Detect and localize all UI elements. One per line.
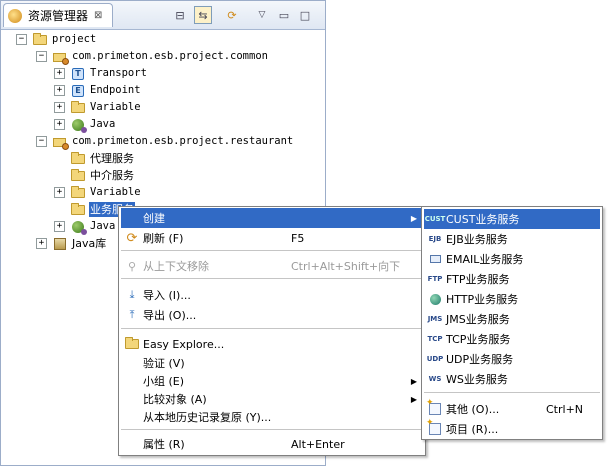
submenu-arrow-icon: ▶ — [410, 394, 417, 404]
tree-node-java[interactable]: + Java — [54, 116, 116, 133]
folder-icon — [70, 100, 86, 116]
expand-toggle-icon[interactable]: + — [54, 187, 65, 198]
tree-node-common-package[interactable]: − com.primeton.esb.project.common — [36, 48, 269, 65]
submenu-item-jms[interactable]: JMS JMS业务服务 — [424, 309, 600, 329]
java-package-icon — [70, 117, 87, 133]
import-icon: ⤓ — [129, 288, 135, 301]
folder-icon — [124, 336, 140, 352]
menu-separator — [424, 392, 600, 393]
close-icon[interactable]: ⊠ — [94, 10, 102, 21]
submenu-item-email[interactable]: EMAIL业务服务 — [424, 249, 600, 269]
view-tabbar: 资源管理器 ⊠ ⊟ ⇆ ⟳ ▽ ▭ □ — [1, 1, 325, 30]
java-package-icon — [70, 219, 87, 235]
view-menu-icon[interactable]: ▽ — [253, 6, 271, 24]
create-submenu: CUST CUST业务服务 EJB EJB业务服务 EMAIL业务服务 FTP … — [421, 206, 603, 440]
new-project-icon — [426, 418, 443, 437]
mediation-service-folder-icon — [70, 168, 86, 184]
email-service-icon — [427, 251, 443, 267]
menu-item-refresh[interactable]: ⟳ 刷新 (F) F5 — [121, 228, 423, 248]
business-service-folder-icon — [70, 202, 86, 218]
submenu-item-project[interactable]: 项目 (R)... — [424, 418, 600, 439]
submenu-arrow-icon: ▶ — [410, 376, 417, 386]
expand-toggle-icon[interactable]: + — [54, 102, 65, 113]
submenu-item-udp[interactable]: UDP UDP业务服务 — [424, 349, 600, 369]
ejb-service-icon: EJB — [428, 235, 442, 243]
menu-item-restore-local-history[interactable]: 从本地历史记录复原 (Y)... — [121, 407, 423, 427]
export-icon: ⤒ — [129, 308, 135, 321]
expand-toggle-icon[interactable]: + — [36, 238, 47, 249]
tree-node-mediation-service[interactable]: 中介服务 — [70, 167, 135, 184]
folder-icon — [70, 185, 86, 201]
new-wizard-icon — [426, 398, 443, 417]
jms-service-icon: JMS — [427, 315, 443, 323]
collapse-toggle-icon[interactable]: − — [36, 136, 47, 147]
http-globe-icon — [427, 291, 443, 307]
submenu-item-http[interactable]: HTTP业务服务 — [424, 289, 600, 309]
submenu-arrow-icon: ▶ — [410, 213, 417, 223]
submenu-item-other[interactable]: 其他 (O)... Ctrl+N — [424, 398, 600, 419]
collapse-all-icon[interactable]: ⊟ — [171, 6, 189, 24]
view-title: 资源管理器 — [28, 9, 89, 23]
explorer-icon — [8, 8, 22, 23]
menu-separator — [121, 250, 423, 251]
submenu-item-tcp[interactable]: TCP TCP业务服务 — [424, 329, 600, 349]
refresh-icon: ⟳ — [126, 230, 138, 246]
ws-service-icon: WS — [428, 375, 442, 383]
proxy-service-folder-icon — [70, 151, 86, 167]
menu-item-team[interactable]: 小组 (E) ▶ — [121, 371, 423, 391]
submenu-item-ejb[interactable]: EJB EJB业务服务 — [424, 229, 600, 249]
tree-node-transport[interactable]: + T Transport — [54, 65, 148, 82]
expand-toggle-icon[interactable]: + — [54, 85, 65, 96]
transport-folder-icon: T — [70, 66, 86, 82]
menu-item-create[interactable]: 创建 ▶ — [121, 208, 423, 228]
menu-item-compare-with[interactable]: 比较对象 (A) ▶ — [121, 389, 423, 409]
endpoint-folder-icon: E — [70, 83, 86, 99]
menu-item-validate[interactable]: 验证 (V) — [121, 353, 423, 373]
cust-service-icon: CUST — [424, 215, 446, 223]
tree-node-java[interactable]: + Java — [54, 218, 116, 235]
menu-item-remove-from-context: ⚲ 从上下文移除 Ctrl+Alt+Shift+向下 — [121, 256, 423, 276]
submenu-item-ws[interactable]: WS WS业务服务 — [424, 369, 600, 389]
maximize-icon[interactable]: □ — [296, 6, 314, 24]
expand-toggle-icon[interactable]: + — [54, 221, 65, 232]
library-jar-icon — [52, 236, 68, 252]
tree-node-java-library[interactable]: + Java库 — [36, 235, 107, 252]
menu-item-properties[interactable]: 属性 (R) Alt+Enter — [121, 434, 423, 454]
project-folder-icon — [32, 32, 48, 48]
tree-node-restaurant-package[interactable]: − com.primeton.esb.project.restaurant — [36, 133, 294, 150]
menu-item-export[interactable]: ⤒ 导出 (O)... — [121, 305, 423, 325]
submenu-item-ftp[interactable]: FTP FTP业务服务 — [424, 269, 600, 289]
module-package-icon — [52, 134, 69, 150]
view-tab[interactable]: 资源管理器 ⊠ — [3, 3, 113, 27]
minimize-icon[interactable]: ▭ — [275, 6, 293, 24]
submenu-item-cust[interactable]: CUST CUST业务服务 — [424, 209, 600, 229]
tcp-service-icon: TCP — [427, 335, 443, 343]
tree-node-variable[interactable]: + Variable — [54, 184, 142, 201]
tree-node-variable[interactable]: + Variable — [54, 99, 142, 116]
menu-item-import[interactable]: ⤓ 导入 (I)... — [121, 285, 423, 305]
link-with-editor-icon[interactable]: ⇆ — [194, 6, 212, 24]
menu-separator — [121, 429, 423, 430]
expand-toggle-icon[interactable]: + — [54, 68, 65, 79]
menu-item-easy-explore[interactable]: Easy Explore... — [121, 334, 423, 354]
menu-separator — [121, 278, 423, 279]
tree-node-endpoint[interactable]: + E Endpoint — [54, 82, 142, 99]
refresh-icon[interactable]: ⟳ — [223, 6, 241, 24]
menu-separator — [121, 328, 423, 329]
remove-context-icon: ⚲ — [127, 259, 137, 273]
udp-service-icon: UDP — [426, 355, 444, 363]
collapse-toggle-icon[interactable]: − — [36, 51, 47, 62]
expand-toggle-icon[interactable]: + — [54, 119, 65, 130]
ftp-service-icon: FTP — [427, 275, 443, 283]
context-menu: 创建 ▶ ⟳ 刷新 (F) F5 ⚲ 从上下文移除 Ctrl+Alt+Shift… — [118, 206, 426, 456]
module-package-icon — [52, 49, 69, 65]
tree-node-proxy-service[interactable]: 代理服务 — [70, 150, 135, 167]
tree-node-project[interactable]: − project — [16, 31, 97, 48]
collapse-toggle-icon[interactable]: − — [16, 34, 27, 45]
